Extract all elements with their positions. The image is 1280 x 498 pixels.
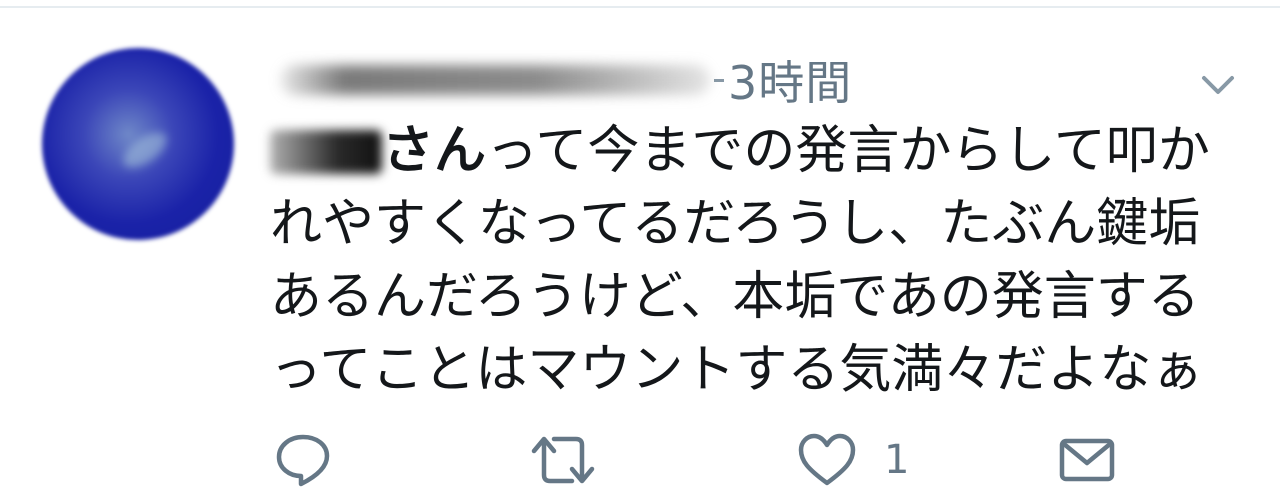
like-button[interactable]: 1	[796, 431, 909, 489]
heart-icon	[798, 433, 856, 486]
avatar-glint	[117, 125, 173, 175]
dm-button[interactable]	[1058, 431, 1116, 489]
chevron-down-icon[interactable]	[1198, 64, 1238, 104]
tweet-header: 3時間	[280, 50, 852, 110]
retweet-icon	[531, 436, 595, 484]
reply-button[interactable]	[274, 431, 332, 489]
reply-icon	[276, 434, 330, 487]
mention-suffix: さん	[382, 121, 487, 181]
top-divider	[0, 6, 1280, 8]
envelope-icon	[1059, 438, 1115, 482]
action-bar: 1	[0, 425, 1280, 495]
tweet-text-line-3: あるんだろうけど、本垢であの発言する	[270, 267, 1200, 327]
separator-dot	[714, 78, 724, 82]
tweet-text-line-2: れやすくなってるだろうし、たぶん鍵垢	[270, 194, 1201, 254]
author-name-redacted[interactable]	[280, 65, 710, 95]
tweet-text-line-1: って今までの発言からして叩か	[486, 121, 1210, 181]
mention-redacted[interactable]	[270, 130, 382, 174]
timestamp[interactable]: 3時間	[728, 47, 852, 113]
tweet-text-line-4: ってことはマウントする気満々だよなぁ	[270, 340, 1204, 400]
like-count: 1	[884, 437, 910, 483]
tweet-text: さんって今までの発言からして叩か れやすくなってるだろうし、たぶん鍵垢 あるんだ…	[270, 115, 1250, 407]
avatar[interactable]	[42, 48, 234, 240]
retweet-button[interactable]	[530, 431, 596, 489]
